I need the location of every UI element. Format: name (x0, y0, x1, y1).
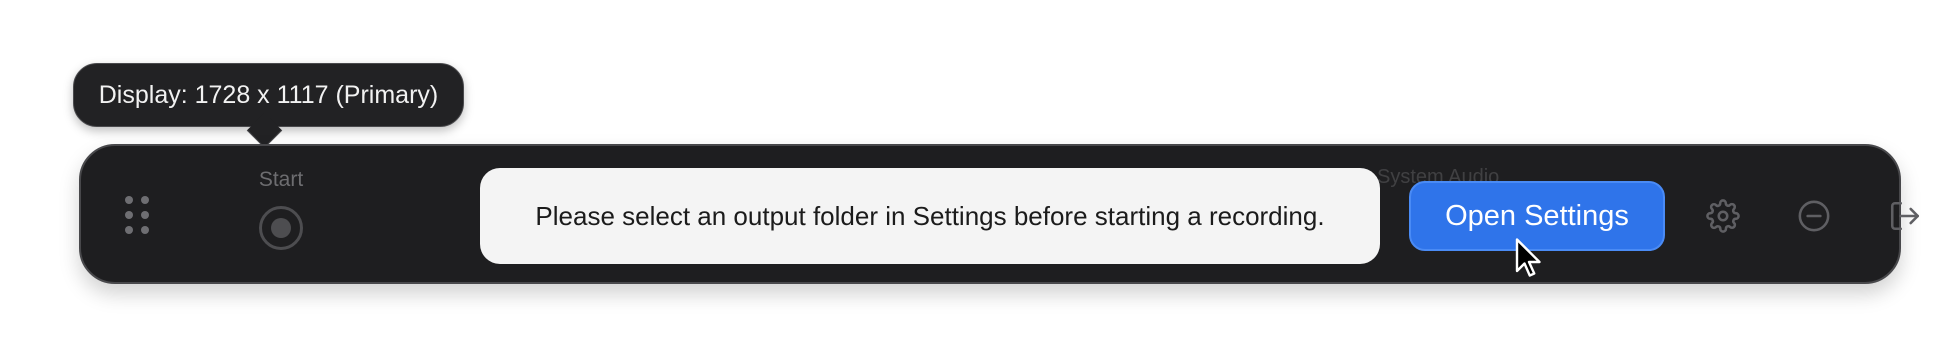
mouse-pointer-icon (1514, 238, 1544, 280)
logout-icon[interactable] (1883, 194, 1927, 238)
display-tooltip-text: Display: 1728 x 1117 (Primary) (98, 80, 439, 109)
alert-message: Please select an output folder in Settin… (535, 200, 1325, 231)
minus-circle-icon[interactable] (1792, 194, 1836, 238)
grip-dots-icon[interactable] (125, 196, 151, 236)
record-icon (259, 206, 303, 250)
start-button[interactable]: Start (221, 168, 341, 250)
recording-toolbar: Start System Audio Please select an outp… (79, 144, 1920, 284)
open-settings-label: Open Settings (1445, 199, 1629, 232)
gear-icon[interactable] (1701, 194, 1745, 238)
output-folder-alert: Please select an output folder in Settin… (480, 168, 1380, 264)
start-label: Start (258, 168, 304, 191)
